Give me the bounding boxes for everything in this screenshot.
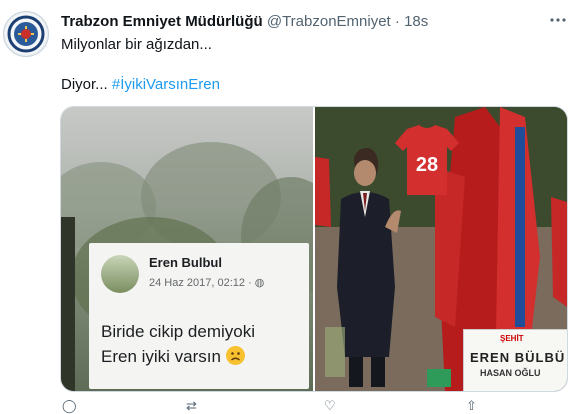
embedded-post-avatar bbox=[101, 255, 139, 293]
tweet-text-prefix: Diyor... bbox=[61, 76, 112, 93]
media-image-memorial[interactable]: 28 ŞEHİT EREN BÜLBÜ HASAN OĞLU bbox=[315, 107, 567, 391]
embedded-facebook-post: Eren Bulbul 24 Haz 2017, 02:12 · ◍ Birid… bbox=[89, 243, 309, 389]
previous-tweet-cutoff bbox=[0, 0, 579, 8]
memorial-sign: ŞEHİT EREN BÜLBÜ HASAN OĞLU bbox=[463, 329, 567, 391]
media-image-screenshot[interactable]: Eren Bulbul 24 Haz 2017, 02:12 · ◍ Birid… bbox=[61, 107, 313, 391]
tweet-media-grid[interactable]: Eren Bulbul 24 Haz 2017, 02:12 · ◍ Birid… bbox=[60, 106, 568, 392]
user-handle[interactable]: @TrabzonEmniyet bbox=[267, 13, 391, 30]
embedded-post-author: Eren Bulbul bbox=[149, 255, 222, 270]
more-options-button[interactable] bbox=[548, 10, 568, 30]
jersey-number: 28 bbox=[416, 154, 438, 176]
embedded-post-line-2-text: Eren iyiki varsın bbox=[101, 347, 226, 366]
embedded-post-line-1: Biride cikip demiyoki bbox=[101, 322, 255, 341]
retweet-icon[interactable]: ⇄ bbox=[186, 398, 197, 414]
sad-face-icon bbox=[225, 346, 245, 365]
separator-dot: · bbox=[394, 13, 400, 30]
more-icon bbox=[550, 18, 566, 22]
embedded-post-line-2: Eren iyiki varsın bbox=[101, 344, 255, 369]
sign-sub-text: HASAN OĞLU bbox=[480, 368, 541, 378]
sign-top-text: ŞEHİT bbox=[500, 334, 524, 343]
police-emblem-icon bbox=[5, 13, 47, 55]
sign-name-text: EREN BÜLBÜ bbox=[470, 350, 566, 365]
tweet-text-line-2: Diyor... #İyikiVarsınEren bbox=[61, 76, 220, 93]
red-jersey: 28 bbox=[395, 125, 459, 195]
like-icon[interactable]: ♡ bbox=[324, 398, 336, 414]
share-icon[interactable]: ⇧ bbox=[466, 398, 477, 414]
tweet-actions: ◯ ⇄ ♡ ⇧ bbox=[60, 398, 566, 413]
display-name[interactable]: Trabzon Emniyet Müdürlüğü bbox=[61, 13, 263, 30]
timestamp[interactable]: 18s bbox=[404, 13, 428, 30]
embedded-post-date: 24 Haz 2017, 02:12 · ◍ bbox=[149, 276, 264, 289]
hashtag-link[interactable]: #İyikiVarsınEren bbox=[112, 76, 220, 93]
tweet-header: Trabzon Emniyet Müdürlüğü @TrabzonEmniye… bbox=[61, 13, 428, 30]
tweet-text-line-1: Milyonlar bir ağızdan... bbox=[61, 36, 212, 53]
avatar[interactable] bbox=[3, 11, 49, 57]
embedded-post-date-text: 24 Haz 2017, 02:12 · bbox=[149, 277, 255, 289]
embedded-post-text: Biride cikip demiyoki Eren iyiki varsın bbox=[101, 319, 255, 369]
reply-icon[interactable]: ◯ bbox=[62, 398, 77, 414]
globe-icon: ◍ bbox=[254, 277, 265, 289]
